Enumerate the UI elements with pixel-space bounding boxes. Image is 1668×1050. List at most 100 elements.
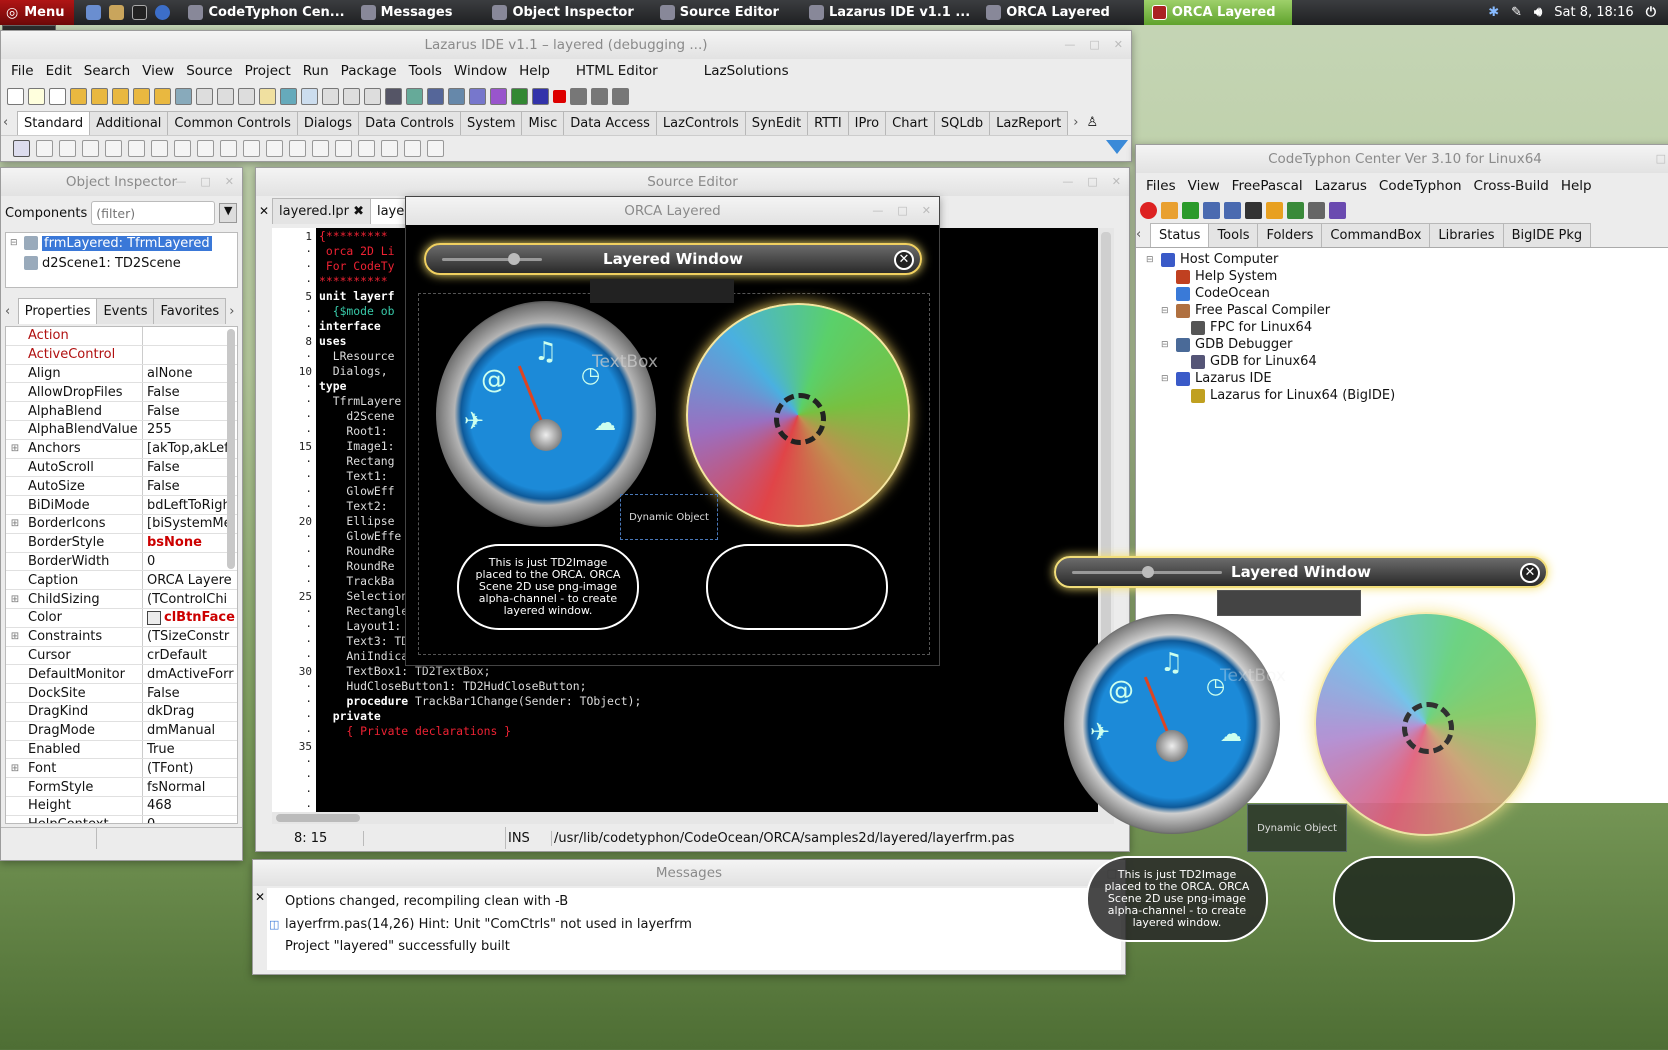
volume-icon[interactable]: 🔊︎ [1534, 5, 1542, 20]
speedbutton-25-icon[interactable] [511, 87, 528, 105]
expand-icon[interactable]: ⊞ [6, 443, 24, 454]
palette-checkbox-icon[interactable] [197, 140, 214, 157]
speedbutton-1-icon[interactable] [7, 87, 24, 105]
menu-run[interactable]: Run [297, 63, 335, 79]
center-tool-3-icon[interactable] [1182, 201, 1199, 219]
messages-titlebar[interactable]: Messages□ [253, 860, 1125, 886]
menu-source[interactable]: Source [180, 63, 238, 79]
property-row-borderstyle[interactable]: BorderStyle bsNone [6, 533, 237, 553]
palette-tab-rtti[interactable]: RTTI [807, 111, 849, 135]
palette-tab-chart[interactable]: Chart [885, 111, 935, 135]
menu-window[interactable]: Window [448, 63, 513, 79]
property-row-borderwidth[interactable]: BorderWidth 0 [6, 552, 237, 572]
property-row-childsizing[interactable]: ⊞ ChildSizing (TControlChi [6, 590, 237, 609]
power-icon[interactable]: ⏻ [1646, 5, 1656, 20]
property-row-activecontrol[interactable]: ActiveControl [6, 345, 237, 365]
palette-tab-misc[interactable]: Misc [521, 111, 565, 135]
hud-window-header[interactable]: Layered Window ✕ [424, 243, 922, 275]
palette-panel-icon[interactable] [381, 140, 398, 157]
property-row-enabled[interactable]: Enabled True [6, 740, 237, 760]
palette-radio-button-icon[interactable] [220, 140, 237, 157]
clock[interactable]: Sat 8, 18:16 [1554, 5, 1633, 20]
minimize-button[interactable]: — [1064, 38, 1075, 51]
property-row-height[interactable]: Height 468 [6, 796, 237, 816]
task-orca-layered-active[interactable]: ORCA Layered [1143, 0, 1292, 25]
palette-popup-menu-icon[interactable] [59, 140, 76, 157]
center-tool-7-icon[interactable] [1266, 201, 1283, 219]
palette-scroll-right-icon[interactable]: › [1073, 115, 1078, 130]
task-messages[interactable]: Messages [353, 0, 461, 25]
task-codetyphon-center[interactable]: CodeTyphon Cen... [180, 0, 352, 25]
textbox-rectangle[interactable] [590, 279, 734, 303]
center-menu-cross-build[interactable]: Cross-Build [1468, 178, 1555, 194]
tab-favorites[interactable]: Favorites [153, 298, 227, 324]
orca-designer-titlebar[interactable]: ORCA Layered — □ ✕ [406, 197, 939, 225]
palette-main-menu-icon[interactable] [36, 140, 53, 157]
speedbutton-26-icon[interactable] [532, 87, 549, 105]
tree-node-form[interactable]: ⊟ frmLayered: TfrmLayered [6, 233, 237, 253]
speedbutton-24-icon[interactable] [490, 87, 507, 105]
terminal-launcher-icon[interactable] [132, 5, 148, 20]
speedbutton-16-icon[interactable] [322, 87, 339, 105]
center-tool-8-icon[interactable] [1287, 201, 1304, 219]
property-value[interactable]: bdLeftToRigh [142, 496, 237, 514]
minimize-button[interactable]: — [1062, 175, 1073, 188]
speedbutton-9-icon[interactable] [175, 87, 192, 105]
speedbutton-15-icon[interactable] [301, 87, 318, 105]
ide-titlebar[interactable]: Lazarus IDE v1.1 – layered (debugging ..… [1, 31, 1131, 59]
palette-tab-standard[interactable]: Standard [17, 111, 91, 135]
property-value[interactable]: False [142, 684, 237, 702]
speedbutton-11-icon[interactable] [217, 87, 234, 105]
speedbutton-17-icon[interactable] [343, 87, 360, 105]
hud-close-button[interactable]: ✕ [1520, 563, 1540, 583]
palette-tab-lazcontrols[interactable]: LazControls [655, 111, 746, 135]
minimize-button[interactable]: — [872, 204, 883, 217]
menu-edit[interactable]: Edit [40, 63, 78, 79]
palette-tab-synedit[interactable]: SynEdit [744, 111, 809, 135]
minimize-button[interactable]: □ [1656, 152, 1666, 165]
speedbutton-19-icon[interactable] [385, 87, 402, 105]
speedbutton-30-icon[interactable] [612, 87, 629, 105]
minimize-button[interactable]: — [175, 175, 186, 188]
center-menu-codetyphon[interactable]: CodeTyphon [1373, 178, 1468, 194]
message-line[interactable]: Options changed, recompiling clean with … [285, 891, 1121, 914]
tab-scroll-left-icon[interactable]: ‹ [5, 304, 18, 319]
maximize-button[interactable]: □ [1089, 38, 1099, 51]
close-button[interactable]: ✕ [225, 175, 234, 188]
palette-tab-common-controls[interactable]: Common Controls [167, 111, 298, 135]
tree-node[interactable]: GDB for Linux64 [1146, 353, 1668, 370]
menu-help[interactable]: Help [513, 63, 556, 79]
property-value[interactable] [142, 345, 237, 364]
close-button[interactable]: ✕ [922, 204, 931, 217]
center-menu-freepascal[interactable]: FreePascal [1226, 178, 1309, 194]
palette-button-icon[interactable] [82, 140, 99, 157]
palette-tab-additional[interactable]: Additional [89, 111, 169, 135]
dynamic-object-layout[interactable]: Dynamic Object [1247, 804, 1347, 852]
maximize-button[interactable]: □ [200, 175, 210, 188]
center-tool-4-icon[interactable] [1203, 201, 1220, 219]
hud-close-button[interactable]: ✕ [894, 250, 914, 270]
menu-project[interactable]: Project [239, 63, 297, 79]
palette-toggle-box-icon[interactable] [174, 140, 191, 157]
property-row-alphablend[interactable]: AlphaBlend False [6, 402, 237, 421]
center-tool-5-icon[interactable] [1224, 201, 1241, 219]
speedbutton-18-icon[interactable] [364, 87, 381, 105]
tree-node[interactable]: ⊟ Lazarus IDE [1146, 370, 1668, 387]
speedbutton-2-icon[interactable] [28, 87, 45, 105]
speedbutton-27-icon[interactable] [553, 89, 566, 103]
property-value[interactable]: True [142, 740, 237, 759]
property-value[interactable]: 0 [142, 815, 237, 823]
tab-scroll-left-icon[interactable]: ‹ [1136, 227, 1150, 242]
property-row-cursor[interactable]: Cursor crDefault [6, 646, 237, 666]
center-tab-commandbox[interactable]: CommandBox [1321, 223, 1431, 247]
close-messages-icon[interactable]: ✕ [255, 890, 265, 904]
property-value[interactable]: False [142, 383, 237, 402]
property-value[interactable]: dmManual [142, 721, 237, 740]
property-value[interactable]: [biSystemMe [142, 514, 237, 533]
speedbutton-5-icon[interactable] [91, 87, 108, 105]
speedbutton-8-icon[interactable] [154, 87, 171, 105]
tree-node[interactable]: Help System [1146, 268, 1668, 285]
center-menu-view[interactable]: View [1182, 178, 1226, 194]
property-value[interactable]: crDefault [142, 646, 237, 665]
center-tool-10-icon[interactable] [1329, 201, 1346, 219]
